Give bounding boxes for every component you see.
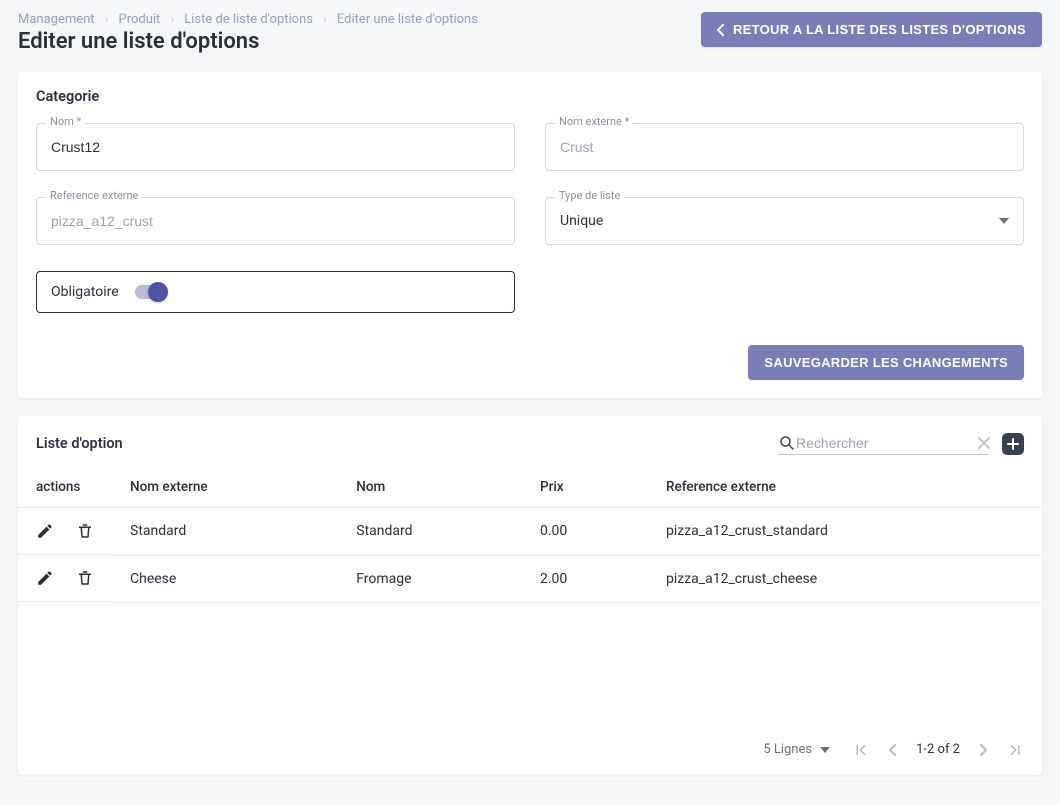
cell-prix: 2.00	[522, 555, 648, 602]
cell-prix: 0.00	[522, 508, 648, 556]
type-liste-label: Type de liste	[555, 189, 624, 202]
col-nom: Nom	[338, 463, 522, 508]
type-liste-value: Unique	[560, 213, 603, 229]
options-table: actions Nom externe Nom Prix Reference e…	[18, 463, 1042, 603]
caret-down-icon	[999, 218, 1009, 224]
options-card-title: Liste d'option	[36, 435, 123, 452]
cell-ref-externe: pizza_a12_crust_standard	[648, 508, 1042, 556]
breadcrumb-item[interactable]: Produit	[119, 12, 161, 27]
save-button[interactable]: SAUVEGARDER LES CHANGEMENTS	[748, 345, 1024, 380]
save-button-label: SAUVEGARDER LES CHANGEMENTS	[764, 355, 1008, 370]
clear-search-icon[interactable]	[977, 436, 991, 450]
nom-externe-input	[545, 123, 1024, 171]
col-nom-externe: Nom externe	[112, 463, 338, 508]
page-range: 1-2 of 2	[916, 742, 960, 757]
rows-label: 5 Lignes	[763, 742, 812, 757]
page-title: Editer une liste d'options	[18, 29, 478, 54]
table-row: Cheese Fromage 2.00 pizza_a12_crust_chee…	[18, 555, 1042, 602]
obligatoire-label: Obligatoire	[51, 284, 119, 300]
delete-icon[interactable]	[76, 522, 94, 540]
table-row: Standard Standard 0.00 pizza_a12_crust_s…	[18, 508, 1042, 556]
back-button-label: RETOUR A LA LISTE DES LISTES D'OPTIONS	[733, 22, 1026, 37]
prev-page-icon[interactable]	[886, 743, 900, 757]
options-card: Liste d'option action	[18, 416, 1042, 775]
obligatoire-toggle-box: Obligatoire	[36, 271, 515, 313]
search-icon	[778, 434, 796, 452]
breadcrumb-item: Editer une liste d'options	[337, 12, 478, 27]
cell-nom: Standard	[338, 508, 522, 556]
ref-externe-input	[36, 197, 515, 245]
cell-nom-externe: Cheese	[112, 555, 338, 602]
add-option-button[interactable]	[1002, 433, 1024, 455]
chevron-right-icon: ›	[170, 12, 174, 27]
last-page-icon[interactable]	[1006, 741, 1024, 759]
breadcrumb-item[interactable]: Liste de liste d'options	[184, 12, 313, 27]
caret-down-icon	[820, 747, 830, 753]
cell-nom: Fromage	[338, 555, 522, 602]
col-prix: Prix	[522, 463, 648, 508]
nom-label: Nom *	[46, 115, 85, 128]
edit-icon[interactable]	[36, 522, 54, 540]
nom-input[interactable]	[36, 123, 515, 171]
next-page-icon[interactable]	[976, 743, 990, 757]
delete-icon[interactable]	[76, 569, 94, 587]
search-input[interactable]	[796, 435, 977, 451]
chevron-left-icon	[717, 24, 725, 36]
col-actions: actions	[18, 463, 112, 508]
nom-externe-label: Nom externe *	[555, 115, 633, 128]
category-card-title: Categorie	[18, 72, 1042, 111]
obligatoire-switch[interactable]	[135, 285, 165, 299]
category-card: Categorie Nom * Nom externe * Reference …	[18, 72, 1042, 398]
chevron-right-icon: ›	[323, 12, 327, 27]
back-to-list-button[interactable]: RETOUR A LA LISTE DES LISTES D'OPTIONS	[701, 12, 1042, 47]
edit-icon[interactable]	[36, 569, 54, 587]
breadcrumb: Management › Produit › Liste de liste d'…	[18, 12, 478, 27]
breadcrumb-item[interactable]: Management	[18, 12, 95, 27]
cell-ref-externe: pizza_a12_crust_cheese	[648, 555, 1042, 602]
col-ref-externe: Reference externe	[648, 463, 1042, 508]
ref-externe-label: Reference externe	[46, 189, 142, 202]
cell-nom-externe: Standard	[112, 508, 338, 556]
rows-per-page-select[interactable]: 5 Lignes	[763, 742, 830, 757]
chevron-right-icon: ›	[105, 12, 109, 27]
first-page-icon[interactable]	[852, 741, 870, 759]
type-liste-select[interactable]: Unique	[545, 197, 1024, 245]
